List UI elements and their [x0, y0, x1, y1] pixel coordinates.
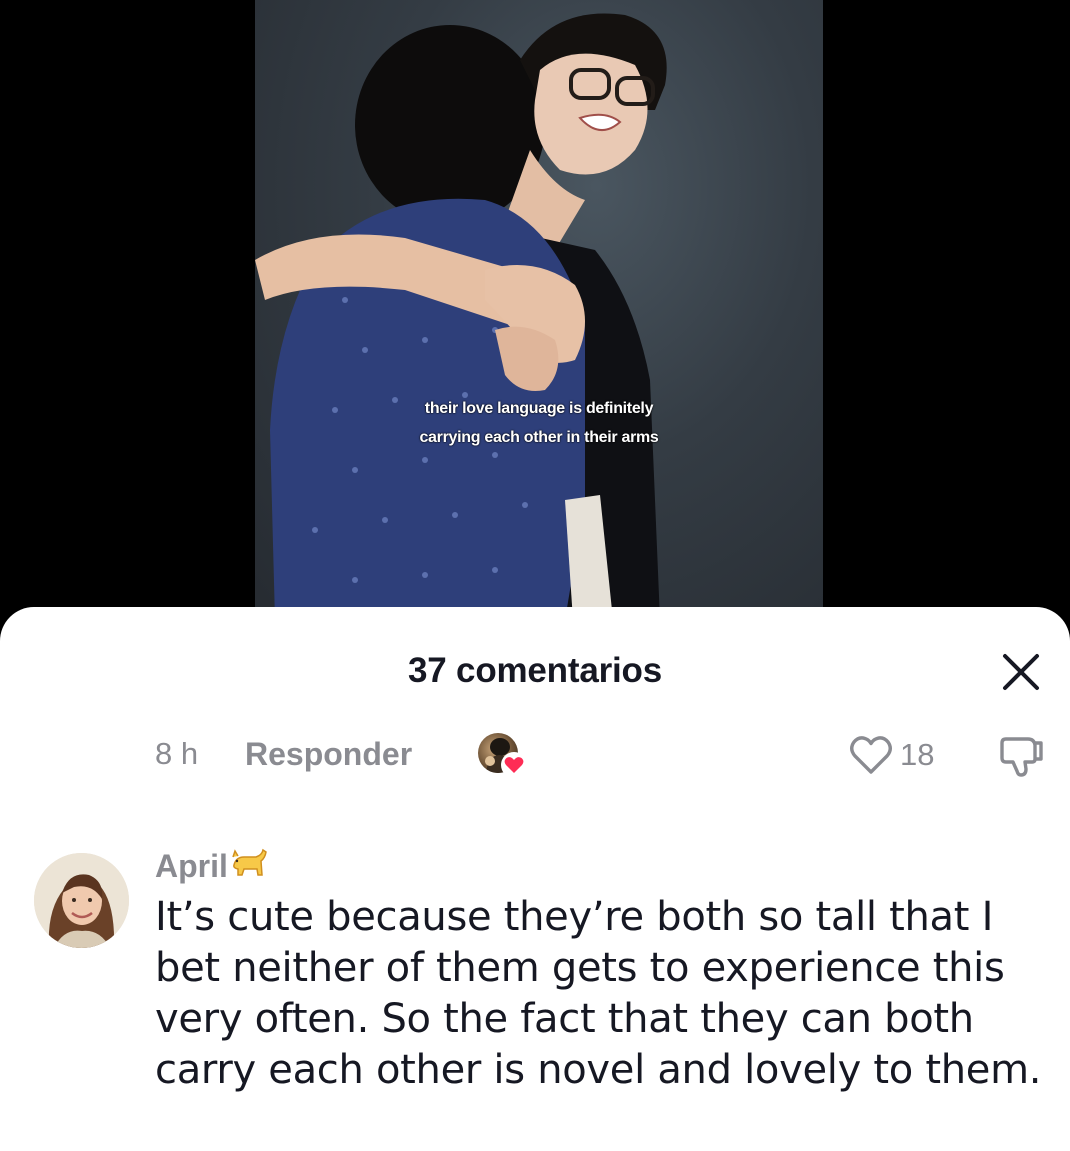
like-count: 18	[900, 737, 935, 772]
close-icon[interactable]	[996, 647, 1046, 697]
video-caption-line-1: their love language is definitely	[424, 400, 654, 417]
thumbs-down-icon[interactable]	[998, 733, 1046, 779]
app-screen: their love language is definitely carryi…	[0, 0, 1070, 1151]
reply-button[interactable]: Responder	[245, 736, 412, 773]
comment-actions-row: 8 h Responder 18	[0, 733, 1070, 779]
user-avatar[interactable]	[34, 853, 129, 948]
cat-emoji-icon	[230, 845, 268, 883]
video-caption-line-2: carrying each other in their arms	[419, 429, 659, 446]
creator-liked-badge	[478, 733, 528, 779]
video-frame-illustration	[255, 13, 667, 620]
comment-username[interactable]: April	[155, 845, 268, 885]
comment-text: It’s cute because they’re both so tall t…	[155, 894, 1042, 1093]
comments-sheet: 37 comentarios 8 h Responder 18 April It…	[0, 607, 1070, 1151]
heart-outline-icon[interactable]	[848, 733, 894, 777]
comments-count-title: 37 comentarios	[408, 651, 662, 690]
username-text: April	[155, 848, 228, 884]
video-player[interactable]: their love language is definitely carryi…	[255, 0, 823, 620]
comment-timestamp: 8 h	[155, 736, 199, 771]
creator-heart-icon	[500, 751, 528, 779]
